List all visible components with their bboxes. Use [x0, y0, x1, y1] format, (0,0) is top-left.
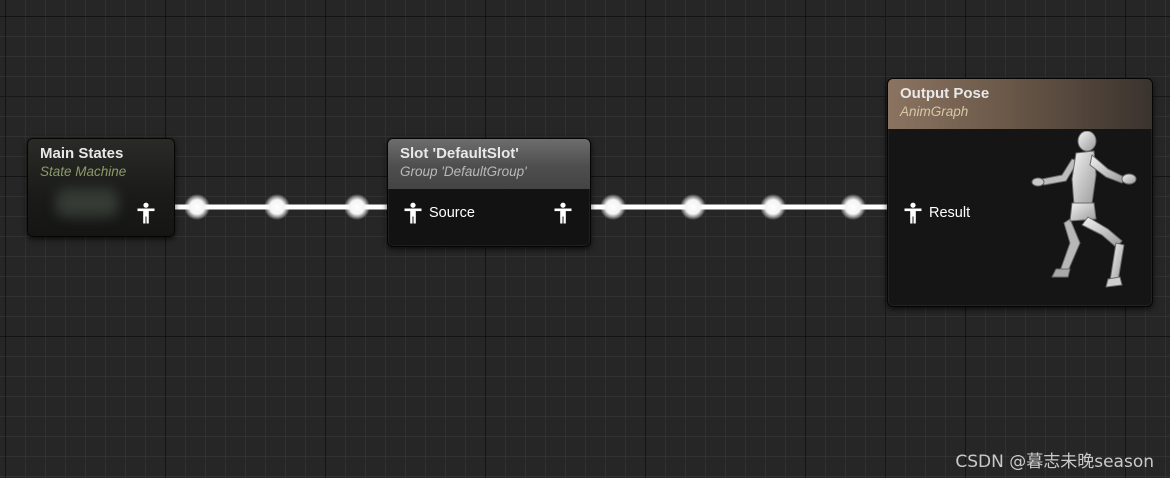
node-preview-blur	[56, 189, 118, 217]
node-title: Slot 'DefaultSlot'	[400, 145, 519, 162]
running-mannequin-icon	[1031, 131, 1137, 288]
node-subtitle: AnimGraph	[900, 104, 969, 119]
pose-pin-icon	[137, 202, 155, 224]
wire-bead	[344, 194, 370, 220]
wire-bead	[264, 194, 290, 220]
pose-pin-icon	[554, 202, 572, 224]
node-output-pose[interactable]: Output Pose AnimGraph Result	[887, 78, 1153, 307]
input-pin-result[interactable]: Result	[903, 201, 970, 225]
node-title: Main States	[40, 145, 124, 162]
watermark-text: CSDN @暮志未晚season	[955, 452, 1154, 472]
wire-main-states-to-slot[interactable]	[157, 194, 403, 220]
wire-bead	[680, 194, 706, 220]
pose-pin-icon	[404, 202, 422, 224]
pose-pin-icon	[904, 202, 922, 224]
node-slot-default[interactable]: Slot 'DefaultSlot' Group 'DefaultGroup' …	[387, 138, 591, 247]
node-subtitle: State Machine	[40, 164, 127, 179]
node-main-states[interactable]: Main States State Machine	[27, 138, 175, 237]
wire-bead	[760, 194, 786, 220]
input-pin-source[interactable]: Source	[403, 201, 475, 225]
node-header: Output Pose AnimGraph	[888, 79, 1152, 129]
node-title: Output Pose	[900, 85, 990, 102]
wire-slot-to-output-pose[interactable]	[573, 194, 903, 220]
node-subtitle: Group 'DefaultGroup'	[400, 164, 527, 179]
node-header: Slot 'DefaultSlot' Group 'DefaultGroup'	[388, 139, 590, 189]
pin-label: Source	[429, 205, 475, 221]
output-pin-pose[interactable]	[553, 201, 573, 225]
wire-bead	[184, 194, 210, 220]
wire-bead	[840, 194, 866, 220]
pin-label: Result	[929, 205, 971, 221]
wire-bead	[600, 194, 626, 220]
output-pin-pose[interactable]	[136, 201, 156, 225]
